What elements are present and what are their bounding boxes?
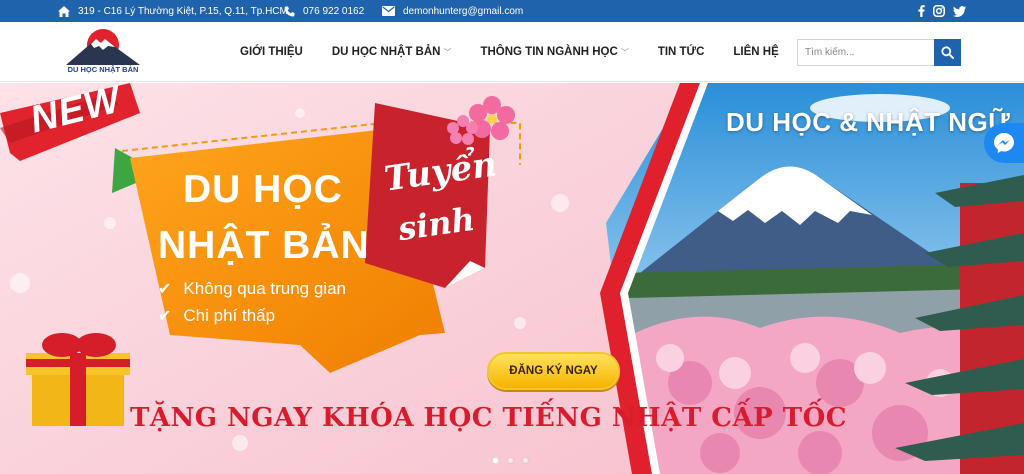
hero-title-line1: DU HỌC bbox=[183, 168, 343, 211]
right-panel-title: DU HỌC & NHẬT NGỮ bbox=[726, 107, 1011, 137]
main-nav: GIỚI THIỆU DU HỌC NHẬT BẢN ﹀ THÔNG TIN NG… bbox=[240, 22, 808, 82]
check-icon: ✔ bbox=[158, 281, 172, 298]
chevron-down-icon: ﹀ bbox=[620, 47, 629, 57]
slider-dot[interactable] bbox=[492, 457, 499, 464]
facebook-icon[interactable] bbox=[918, 5, 925, 17]
home-icon bbox=[58, 5, 70, 17]
nav-item-gioi-thieu[interactable]: GIỚI THIỆU bbox=[240, 46, 303, 58]
address-text: 319 - C16 Lý Thường Kiệt, P.15, Q.11, Tp… bbox=[78, 5, 288, 17]
check-icon: ✔ bbox=[158, 308, 172, 325]
slider-dot[interactable] bbox=[507, 457, 514, 464]
social-links bbox=[918, 0, 966, 22]
logo-text: DU HỌC NHẬT BẢN bbox=[67, 65, 139, 74]
twitter-icon[interactable] bbox=[953, 5, 966, 17]
site-logo[interactable]: DU HỌC NHẬT BẢN bbox=[60, 27, 146, 79]
messenger-icon bbox=[994, 133, 1014, 153]
hero-title-line2: NHẬT BẢN bbox=[158, 224, 370, 267]
mount-fuji-logo-icon bbox=[66, 29, 140, 65]
search-input[interactable] bbox=[797, 39, 934, 66]
search-button[interactable] bbox=[934, 39, 961, 66]
slider-dots bbox=[492, 457, 529, 464]
envelope-icon bbox=[382, 6, 395, 16]
main-header: DU HỌC NHẬT BẢN GIỚI THIỆU DU HỌC NHẬT B… bbox=[0, 22, 1024, 82]
nav-label: DU HỌC NHẬT BẢN bbox=[331, 46, 441, 58]
phone-text: 076 922 0162 bbox=[303, 5, 365, 17]
nav-label: THÔNG TIN NGÀNH HỌC bbox=[480, 46, 618, 58]
search-form bbox=[797, 39, 961, 66]
email-text: demonhunterg@gmail.com bbox=[403, 5, 524, 17]
promo-text: TẶNG NGAY KHÓA HỌC TIẾNG NHẬT CẤP TỐC bbox=[130, 403, 847, 433]
hero-bullet: ✔ Chi phí thấp bbox=[158, 306, 275, 326]
instagram-icon[interactable] bbox=[933, 5, 945, 17]
messenger-chat-button[interactable] bbox=[984, 123, 1024, 163]
hero-bullet: ✔ Không qua trung gian bbox=[158, 279, 346, 299]
hero-banner: NEW DU HỌC NHẬT BẢN Tuyển sinh ✔ Không q… bbox=[0, 83, 1024, 474]
address-item: 319 - C16 Lý Thường Kiệt, P.15, Q.11, Tp… bbox=[58, 0, 288, 22]
nav-item-tin-tuc[interactable]: TIN TỨC bbox=[658, 46, 705, 58]
nav-label: LIÊN HỆ bbox=[733, 46, 779, 58]
nav-item-lien-he[interactable]: LIÊN HỆ bbox=[733, 46, 778, 58]
register-now-button[interactable]: ĐĂNG KÝ NGAY bbox=[487, 352, 620, 390]
bullet-text: Chi phí thấp bbox=[183, 306, 276, 325]
email-item[interactable]: demonhunterg@gmail.com bbox=[382, 0, 523, 22]
bullet-text: Không qua trung gian bbox=[183, 279, 346, 298]
nav-item-du-hoc-nhat-ban[interactable]: DU HỌC NHẬT BẢN ﹀ bbox=[332, 46, 452, 58]
chevron-down-icon: ﹀ bbox=[443, 47, 452, 57]
nav-label: GIỚI THIỆU bbox=[240, 46, 303, 58]
nav-label: TIN TỨC bbox=[657, 46, 705, 58]
phone-item[interactable]: 076 922 0162 bbox=[284, 0, 364, 22]
phone-icon bbox=[284, 6, 295, 16]
nav-item-thong-tin-nganh-hoc[interactable]: THÔNG TIN NGÀNH HỌC ﹀ bbox=[480, 46, 628, 58]
slider-dot[interactable] bbox=[522, 457, 529, 464]
search-icon bbox=[941, 46, 954, 59]
top-info-bar: 319 - C16 Lý Thường Kiệt, P.15, Q.11, Tp… bbox=[0, 0, 1024, 22]
